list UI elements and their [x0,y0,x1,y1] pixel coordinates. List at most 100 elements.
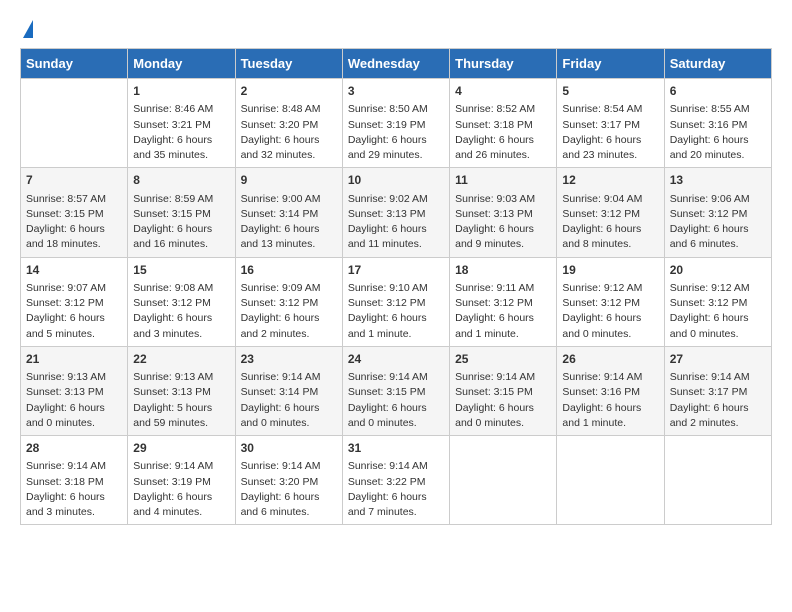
day-info: Sunrise: 9:06 AM Sunset: 3:12 PM Dayligh… [670,192,766,253]
day-number: 7 [26,172,122,189]
calendar-cell: 24 Sunrise: 9:14 AM Sunset: 3:15 PM Dayli… [342,346,449,435]
calendar-cell: 14 Sunrise: 9:07 AM Sunset: 3:12 PM Dayli… [21,257,128,346]
day-number: 2 [241,83,337,100]
calendar-cell: 26Sunrise: 9:14 AM Sunset: 3:16 PM Dayli… [557,346,664,435]
calendar-cell: 27 Sunrise: 9:14 AM Sunset: 3:17 PM Dayli… [664,346,771,435]
day-info: Sunrise: 8:46 AM Sunset: 3:21 PM Dayligh… [133,102,229,163]
calendar-cell: 7 Sunrise: 8:57 AM Sunset: 3:15 PM Daylig… [21,168,128,257]
calendar-cell: 21 Sunrise: 9:13 AM Sunset: 3:13 PM Dayli… [21,346,128,435]
day-info: Sunrise: 9:02 AM Sunset: 3:13 PM Dayligh… [348,192,444,253]
day-number: 13 [670,172,766,189]
calendar-cell [450,436,557,525]
weekday-header-sunday: Sunday [21,49,128,79]
day-number: 1 [133,83,229,100]
weekday-header-wednesday: Wednesday [342,49,449,79]
calendar-cell: 18 Sunrise: 9:11 AM Sunset: 3:12 PM Dayli… [450,257,557,346]
calendar-cell: 19 Sunrise: 9:12 AM Sunset: 3:12 PM Dayli… [557,257,664,346]
calendar-cell: 29Sunrise: 9:14 AM Sunset: 3:19 PM Dayli… [128,436,235,525]
day-number: 19 [562,262,658,279]
day-number: 22 [133,351,229,368]
day-number: 21 [26,351,122,368]
calendar-cell: 15Sunrise: 9:08 AM Sunset: 3:12 PM Dayli… [128,257,235,346]
day-number: 5 [562,83,658,100]
day-info: Sunrise: 8:54 AM Sunset: 3:17 PM Dayligh… [562,102,658,163]
day-number: 8 [133,172,229,189]
day-info: Sunrise: 9:13 AM Sunset: 3:13 PM Dayligh… [26,370,122,431]
day-number: 18 [455,262,551,279]
calendar-cell: 20 Sunrise: 9:12 AM Sunset: 3:12 PM Dayli… [664,257,771,346]
calendar-week-row: 21 Sunrise: 9:13 AM Sunset: 3:13 PM Dayli… [21,346,772,435]
day-info: Sunrise: 9:14 AM Sunset: 3:14 PM Dayligh… [241,370,337,431]
day-info: Sunrise: 9:12 AM Sunset: 3:12 PM Dayligh… [562,281,658,342]
calendar-cell: 30 Sunrise: 9:14 AM Sunset: 3:20 PM Dayli… [235,436,342,525]
day-number: 17 [348,262,444,279]
calendar-cell: 3 Sunrise: 8:50 AM Sunset: 3:19 PM Daylig… [342,79,449,168]
day-info: Sunrise: 9:14 AM Sunset: 3:18 PM Dayligh… [26,459,122,520]
day-number: 23 [241,351,337,368]
day-number: 30 [241,440,337,457]
calendar-cell: 16 Sunrise: 9:09 AM Sunset: 3:12 PM Dayli… [235,257,342,346]
calendar-cell: 8 Sunrise: 8:59 AM Sunset: 3:15 PM Daylig… [128,168,235,257]
calendar-cell [21,79,128,168]
day-info: Sunrise: 9:08 AM Sunset: 3:12 PM Dayligh… [133,281,229,342]
day-info: Sunrise: 9:12 AM Sunset: 3:12 PM Dayligh… [670,281,766,342]
day-info: Sunrise: 9:09 AM Sunset: 3:12 PM Dayligh… [241,281,337,342]
day-number: 31 [348,440,444,457]
calendar-cell: 10Sunrise: 9:02 AM Sunset: 3:13 PM Dayli… [342,168,449,257]
day-info: Sunrise: 8:48 AM Sunset: 3:20 PM Dayligh… [241,102,337,163]
day-number: 3 [348,83,444,100]
weekday-header-thursday: Thursday [450,49,557,79]
weekday-header-tuesday: Tuesday [235,49,342,79]
calendar-cell: 9 Sunrise: 9:00 AM Sunset: 3:14 PM Daylig… [235,168,342,257]
day-info: Sunrise: 9:14 AM Sunset: 3:16 PM Dayligh… [562,370,658,431]
calendar-cell [664,436,771,525]
day-info: Sunrise: 9:14 AM Sunset: 3:15 PM Dayligh… [455,370,551,431]
day-info: Sunrise: 8:52 AM Sunset: 3:18 PM Dayligh… [455,102,551,163]
calendar-week-row: 28 Sunrise: 9:14 AM Sunset: 3:18 PM Dayli… [21,436,772,525]
calendar-cell: 1 Sunrise: 8:46 AM Sunset: 3:21 PM Daylig… [128,79,235,168]
day-info: Sunrise: 8:55 AM Sunset: 3:16 PM Dayligh… [670,102,766,163]
day-info: Sunrise: 9:14 AM Sunset: 3:19 PM Dayligh… [133,459,229,520]
day-info: Sunrise: 9:11 AM Sunset: 3:12 PM Dayligh… [455,281,551,342]
day-info: Sunrise: 8:57 AM Sunset: 3:15 PM Dayligh… [26,192,122,253]
day-number: 14 [26,262,122,279]
calendar-cell: 31Sunrise: 9:14 AM Sunset: 3:22 PM Dayli… [342,436,449,525]
calendar-cell: 22 Sunrise: 9:13 AM Sunset: 3:13 PM Dayli… [128,346,235,435]
calendar-cell: 6 Sunrise: 8:55 AM Sunset: 3:16 PM Daylig… [664,79,771,168]
day-number: 16 [241,262,337,279]
calendar-cell: 11Sunrise: 9:03 AM Sunset: 3:13 PM Dayli… [450,168,557,257]
calendar-cell: 12Sunrise: 9:04 AM Sunset: 3:12 PM Dayli… [557,168,664,257]
weekday-header-friday: Friday [557,49,664,79]
calendar-cell [557,436,664,525]
day-number: 4 [455,83,551,100]
day-number: 20 [670,262,766,279]
calendar-cell: 2 Sunrise: 8:48 AM Sunset: 3:20 PM Daylig… [235,79,342,168]
logo-triangle-icon [23,20,33,38]
weekday-header-row: SundayMondayTuesdayWednesdayThursdayFrid… [21,49,772,79]
day-info: Sunrise: 8:59 AM Sunset: 3:15 PM Dayligh… [133,192,229,253]
day-info: Sunrise: 9:00 AM Sunset: 3:14 PM Dayligh… [241,192,337,253]
calendar-week-row: 14 Sunrise: 9:07 AM Sunset: 3:12 PM Dayli… [21,257,772,346]
day-info: Sunrise: 9:04 AM Sunset: 3:12 PM Dayligh… [562,192,658,253]
day-info: Sunrise: 8:50 AM Sunset: 3:19 PM Dayligh… [348,102,444,163]
day-number: 27 [670,351,766,368]
calendar-table: SundayMondayTuesdayWednesdayThursdayFrid… [20,48,772,525]
day-number: 28 [26,440,122,457]
day-info: Sunrise: 9:14 AM Sunset: 3:20 PM Dayligh… [241,459,337,520]
page-header [20,20,772,40]
calendar-cell: 23 Sunrise: 9:14 AM Sunset: 3:14 PM Dayli… [235,346,342,435]
calendar-body: 1 Sunrise: 8:46 AM Sunset: 3:21 PM Daylig… [21,79,772,525]
day-info: Sunrise: 9:14 AM Sunset: 3:15 PM Dayligh… [348,370,444,431]
day-number: 9 [241,172,337,189]
day-number: 6 [670,83,766,100]
day-info: Sunrise: 9:13 AM Sunset: 3:13 PM Dayligh… [133,370,229,431]
calendar-week-row: 1 Sunrise: 8:46 AM Sunset: 3:21 PM Daylig… [21,79,772,168]
day-number: 24 [348,351,444,368]
calendar-week-row: 7 Sunrise: 8:57 AM Sunset: 3:15 PM Daylig… [21,168,772,257]
calendar-header: SundayMondayTuesdayWednesdayThursdayFrid… [21,49,772,79]
logo [20,20,33,40]
day-number: 11 [455,172,551,189]
day-info: Sunrise: 9:07 AM Sunset: 3:12 PM Dayligh… [26,281,122,342]
weekday-header-saturday: Saturday [664,49,771,79]
day-info: Sunrise: 9:14 AM Sunset: 3:17 PM Dayligh… [670,370,766,431]
